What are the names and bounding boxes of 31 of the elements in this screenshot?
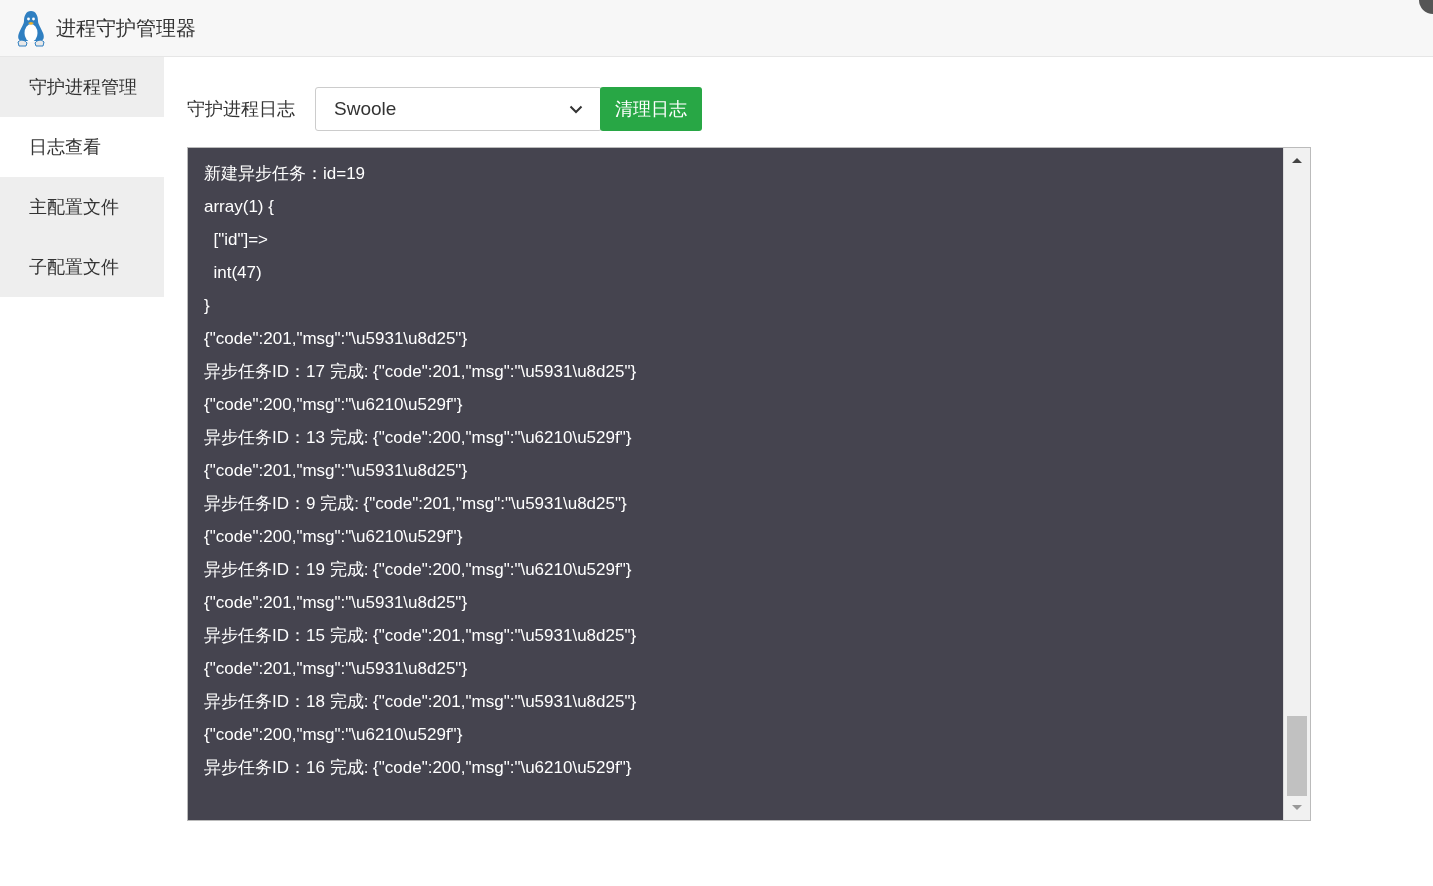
chevron-down-icon: [569, 104, 583, 114]
sidebar-item[interactable]: 子配置文件: [0, 237, 164, 297]
log-line: 异步任务ID：19 完成: {"code":200,"msg":"\u6210\u529f"}: [204, 559, 633, 581]
log-line: 新建异步任务：id=19: [204, 163, 367, 185]
penguin-icon: [16, 9, 46, 47]
log-line: array(1) {: [204, 196, 275, 218]
log-line: {"code":200,"msg":"\u6210\u529f"}: [204, 394, 464, 416]
log-line: ["id"]=>: [212, 229, 270, 251]
log-line: {"code":201,"msg":"\u5931\u8d25"}: [204, 658, 469, 680]
log-line: 异步任务ID：16 完成: {"code":200,"msg":"\u6210\u529f"}: [204, 757, 633, 779]
sidebar-item[interactable]: 守护进程管理: [0, 57, 164, 117]
log-line: 异步任务ID：13 完成: {"code":200,"msg":"\u6210\u529f"}: [204, 427, 633, 449]
scrollbar-thumb[interactable]: [1287, 716, 1307, 796]
log-line: 异步任务ID：18 完成: {"code":201,"msg":"\u5931\u8d25"}: [204, 691, 638, 713]
sidebar-item[interactable]: 主配置文件: [0, 177, 164, 237]
log-line: int(47): [212, 262, 263, 284]
log-line: {"code":201,"msg":"\u5931\u8d25"}: [204, 460, 469, 482]
log-line: {"code":201,"msg":"\u5931\u8d25"}: [204, 592, 469, 614]
log-line: 异步任务ID：15 完成: {"code":201,"msg":"\u5931\u8d25"}: [204, 625, 638, 647]
log-line: 异步任务ID：17 完成: {"code":201,"msg":"\u5931\u8d25"}: [204, 361, 638, 383]
scroll-up-icon[interactable]: [1291, 156, 1303, 164]
log-line: {"code":200,"msg":"\u6210\u529f"}: [204, 526, 464, 548]
log-line: 异步任务ID：9 完成: {"code":201,"msg":"\u5931\u8d25"}: [204, 493, 628, 515]
scroll-down-icon[interactable]: [1291, 804, 1303, 812]
scrollbar[interactable]: [1283, 148, 1310, 820]
process-select[interactable]: Swoole: [315, 87, 602, 131]
window-title: 进程守护管理器: [56, 15, 196, 41]
log-line: }: [204, 295, 211, 317]
log-line: {"code":201,"msg":"\u5931\u8d25"}: [204, 328, 469, 350]
log-label: 守护进程日志: [187, 98, 296, 121]
log-line: {"code":200,"msg":"\u6210\u529f"}: [204, 724, 464, 746]
